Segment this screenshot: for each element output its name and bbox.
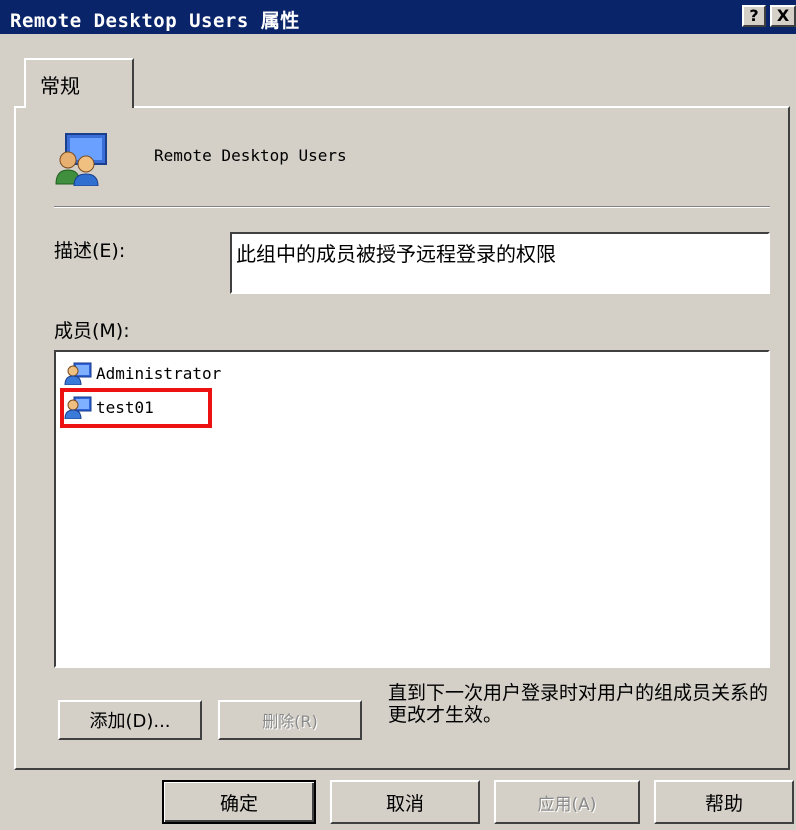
description-field[interactable]: 此组中的成员被授予远程登录的权限 — [230, 232, 770, 294]
add-member-button[interactable]: 添加(D)... — [58, 700, 202, 740]
highlight-annotation — [60, 388, 212, 428]
tab-general[interactable]: 常规 — [24, 58, 134, 108]
window-title: Remote Desktop Users 属性 — [10, 10, 300, 32]
apply-button[interactable]: 应用(A) — [494, 780, 640, 824]
users-group-icon — [55, 133, 107, 186]
ok-button[interactable]: 确定 — [162, 780, 316, 824]
title-bar[interactable]: Remote Desktop Users 属性 ? X — [0, 0, 796, 34]
group-name: Remote Desktop Users — [154, 146, 347, 165]
membership-note: 直到下一次用户登录时对用户的组成员关系的更改才生效。 — [388, 682, 769, 726]
close-button[interactable]: X — [770, 5, 796, 27]
user-icon — [64, 362, 92, 385]
help-button[interactable]: 帮助 — [654, 780, 794, 824]
separator — [54, 206, 770, 208]
tab-general-label: 常规 — [40, 74, 80, 98]
description-label: 描述(E): — [54, 240, 126, 262]
properties-dialog: Remote Desktop Users 属性 ? X 常规 Remote De… — [0, 0, 796, 830]
remove-member-button[interactable]: 删除(R) — [218, 700, 362, 740]
cancel-button[interactable]: 取消 — [330, 780, 480, 824]
help-title-button[interactable]: ? — [742, 5, 766, 27]
list-item[interactable]: Administrator — [64, 360, 221, 386]
member-name: Administrator — [96, 363, 222, 383]
members-label: 成员(M): — [54, 320, 130, 342]
